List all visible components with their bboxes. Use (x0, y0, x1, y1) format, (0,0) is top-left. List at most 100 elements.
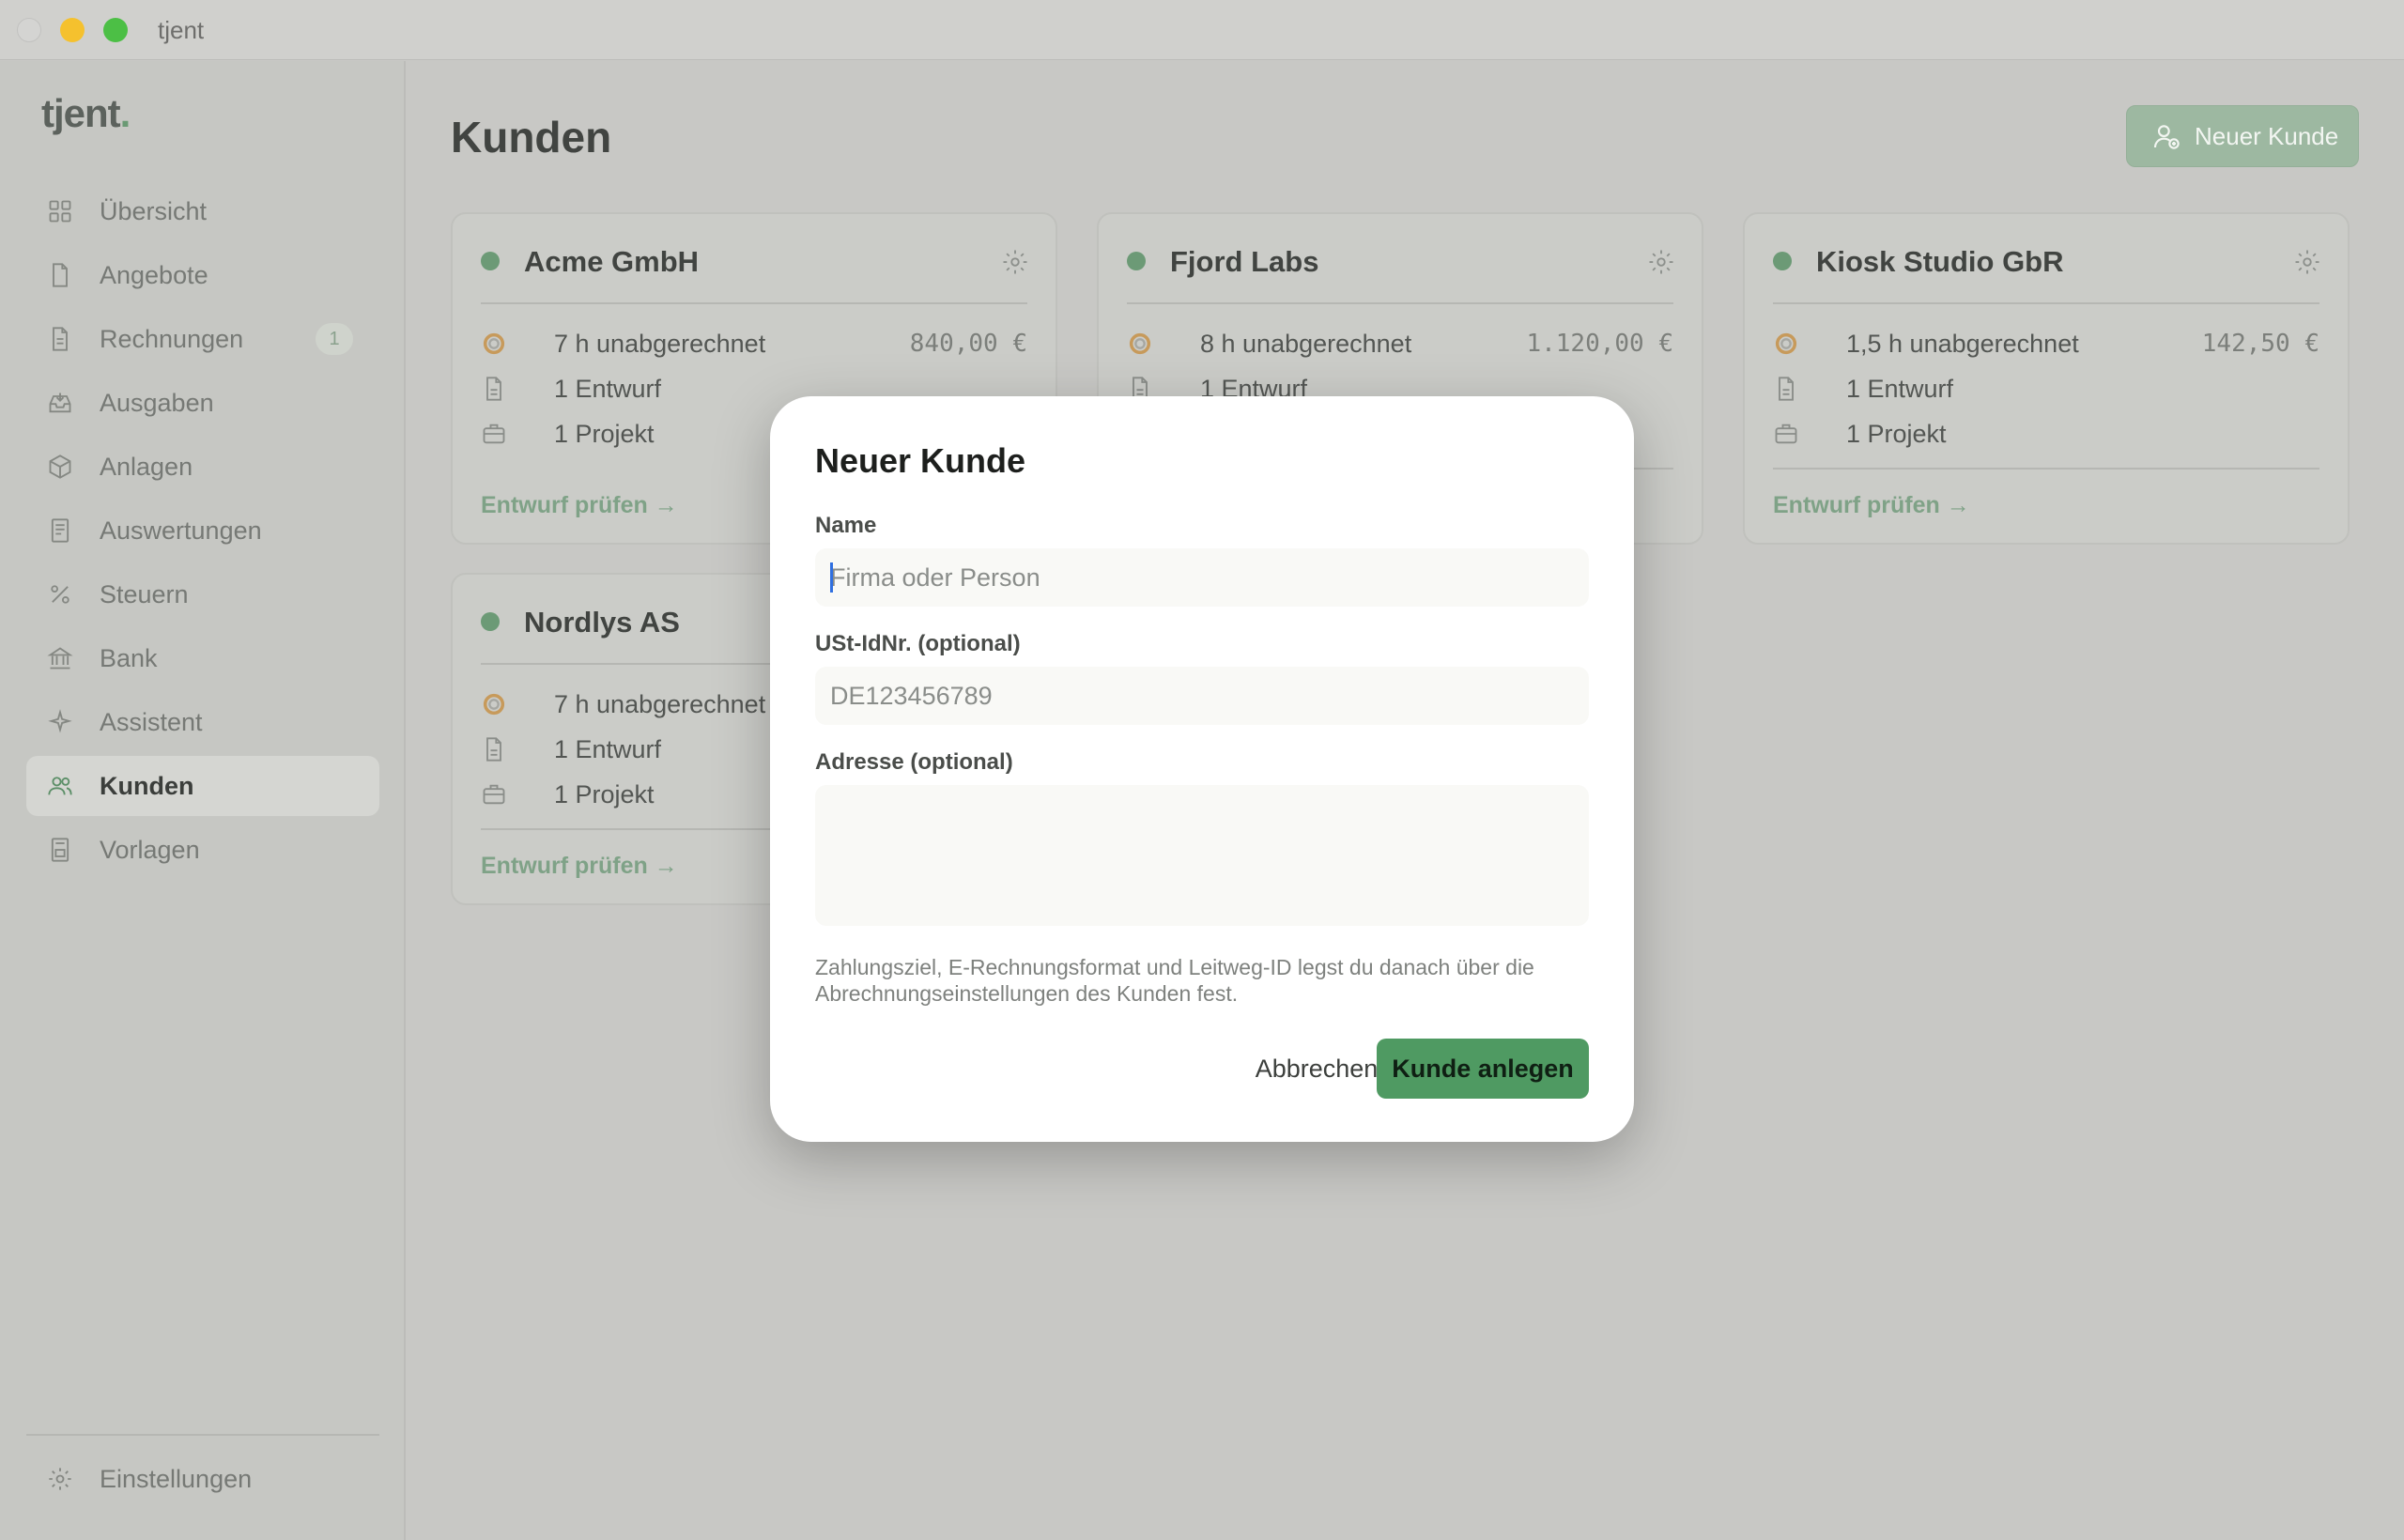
sidebar-item-label: Vorlagen (100, 836, 200, 864)
unbilled-amount: 142,50 € (2201, 330, 2319, 358)
sidebar-item-label: Bank (100, 644, 158, 672)
new-customer-dialog: Neuer Kunde Name USt-IdNr. (optional) Ad… (770, 396, 1634, 1142)
sidebar-item-auswertungen[interactable]: Auswertungen (26, 500, 379, 561)
status-indicator (1127, 252, 1146, 270)
unbilled-hours-row: 7 h unabgerechnet 840,00 € (481, 327, 1027, 361)
unbilled-hours: 7 h unabgerechnet (554, 330, 766, 358)
sidebar-item-einstellungen[interactable]: Einstellungen (26, 1449, 379, 1509)
report-icon (51, 518, 69, 543)
address-textarea[interactable] (815, 785, 1589, 926)
dialog-title: Neuer Kunde (815, 441, 1026, 480)
sidebar-item-anlagen[interactable]: Anlagen (26, 437, 379, 497)
sidebar-item-assistent[interactable]: Assistent (26, 692, 379, 752)
divider (1773, 468, 2319, 470)
review-draft-link[interactable]: Entwurf prüfen → (1773, 492, 1970, 519)
divider (1773, 302, 2319, 304)
unbilled-hours: 8 h unabgerechnet (1200, 330, 1412, 358)
gear-icon[interactable] (1001, 248, 1029, 276)
vat-id-label: USt-IdNr. (optional) (815, 631, 1021, 656)
dialog-hint: Zahlungsziel, E-Rechnungsformat und Leit… (815, 955, 1534, 1006)
inbox-icon (49, 393, 71, 413)
percent-icon (51, 585, 69, 604)
create-customer-button[interactable]: Kunde anlegen (1377, 1039, 1589, 1099)
address-label: Adresse (optional) (815, 749, 1013, 775)
maximize-window-button[interactable] (103, 18, 128, 42)
sidebar: tjent. Übersicht Angebote Rechnungen 1 A… (0, 61, 406, 1540)
template-icon (51, 838, 69, 862)
review-draft-link[interactable]: Entwurf prüfen → (481, 492, 678, 519)
box-icon (49, 454, 71, 479)
draft-count: 1 Entwurf (1846, 375, 1954, 403)
sidebar-item-bank[interactable]: Bank (26, 628, 379, 688)
unbilled-amount: 840,00 € (909, 330, 1027, 358)
review-draft-link[interactable]: Entwurf prüfen → (481, 853, 678, 880)
divider (481, 302, 1027, 304)
gear-icon[interactable] (1647, 248, 1675, 276)
sidebar-item-label: Angebote (100, 261, 208, 289)
project-count: 1 Projekt (554, 780, 655, 808)
clock-icon (1775, 332, 1797, 355)
sidebar-item-label: Auswertungen (100, 516, 262, 545)
document-icon (53, 263, 68, 287)
customer-name: Acme GmbH (524, 245, 700, 278)
card-header: Kiosk Studio GbR (1745, 214, 2348, 302)
briefcase-icon (483, 424, 505, 444)
sidebar-item-ausgaben[interactable]: Ausgaben (26, 373, 379, 433)
settings-label: Einstellungen (100, 1465, 253, 1493)
sidebar-item-label: Rechnungen (100, 325, 244, 353)
clock-icon (483, 693, 505, 716)
draft-count: 1 Entwurf (554, 375, 662, 403)
unbilled-amount: 1.120,00 € (1526, 330, 1673, 358)
page-title: Kunden (451, 113, 612, 162)
sidebar-item-rechnungen[interactable]: Rechnungen 1 (26, 309, 379, 369)
vat-id-input[interactable] (815, 667, 1589, 725)
bank-icon (47, 647, 73, 670)
draft-count: 1 Entwurf (554, 735, 662, 763)
customer-card[interactable]: Kiosk Studio GbR 1,5 h unabgerechnet 142… (1743, 212, 2350, 545)
customer-name: Fjord Labs (1170, 245, 1319, 278)
gear-icon (49, 1468, 71, 1490)
sidebar-item-label: Anlagen (100, 453, 193, 481)
gear-icon[interactable] (2293, 248, 2321, 276)
sidebar-item-label: Steuern (100, 580, 189, 608)
card-header: Acme GmbH (453, 214, 1056, 302)
window-title: tjent (158, 16, 205, 44)
sidebar-nav: Übersicht Angebote Rechnungen 1 Ausgaben… (26, 181, 379, 884)
customer-name: Kiosk Studio GbR (1816, 245, 2064, 278)
sidebar-item-vorlagen[interactable]: Vorlagen (26, 820, 379, 880)
sidebar-item-kunden[interactable]: Kunden (26, 756, 379, 816)
sidebar-item-label: Ausgaben (100, 389, 214, 417)
clock-icon (483, 332, 505, 355)
divider (1127, 302, 1673, 304)
status-indicator (481, 612, 500, 631)
document-icon (53, 327, 68, 351)
unbilled-hours: 7 h unabgerechnet (554, 690, 766, 718)
text-caret (830, 562, 833, 593)
grid-icon (49, 200, 71, 223)
unbilled-hours-row: 1,5 h unabgerechnet 142,50 € (1773, 327, 2319, 361)
customer-name: Nordlys AS (524, 606, 680, 639)
sidebar-item-label: Übersicht (100, 197, 208, 225)
projects-row: 1 Projekt (1773, 417, 2319, 451)
document-icon (486, 377, 501, 401)
briefcase-icon (1775, 424, 1797, 444)
briefcase-icon (483, 784, 505, 805)
sidebar-divider (26, 1434, 379, 1436)
title-bar: tjent (0, 0, 2404, 60)
count-badge: 1 (316, 323, 353, 355)
close-window-button[interactable] (17, 18, 41, 42)
unbilled-hours-row: 8 h unabgerechnet 1.120,00 € (1127, 327, 1673, 361)
new-customer-button[interactable]: Neuer Kunde (2126, 105, 2359, 167)
sidebar-item-label: Kunden (100, 772, 194, 800)
minimize-window-button[interactable] (60, 18, 85, 42)
name-input[interactable] (815, 548, 1589, 607)
project-count: 1 Projekt (554, 420, 655, 448)
clock-icon (1129, 332, 1151, 355)
sidebar-item-uebersicht[interactable]: Übersicht (26, 181, 379, 241)
users-icon (48, 777, 72, 795)
document-icon (486, 737, 501, 762)
drafts-row: 1 Entwurf (1773, 372, 2319, 406)
new-customer-label: Neuer Kunde (2195, 121, 2339, 150)
sidebar-item-steuern[interactable]: Steuern (26, 564, 379, 624)
sidebar-item-angebote[interactable]: Angebote (26, 245, 379, 305)
